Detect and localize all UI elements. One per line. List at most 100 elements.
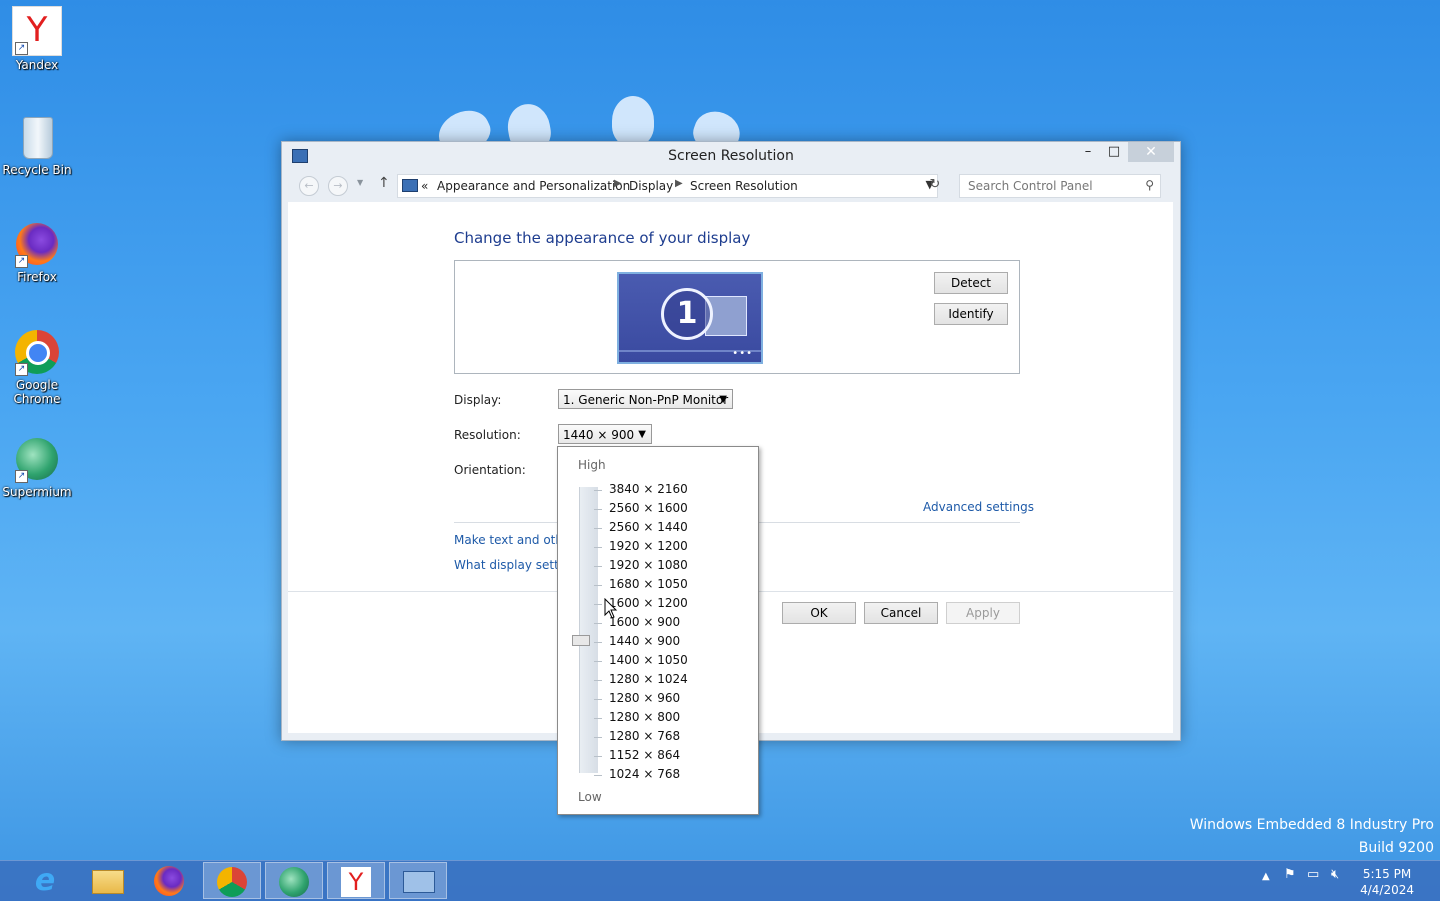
- taskbar-supermium[interactable]: [265, 862, 323, 899]
- shortcut-arrow-icon: ↗: [15, 470, 28, 483]
- resolution-option[interactable]: 1280 × 768: [609, 729, 680, 743]
- breadcrumb-display[interactable]: Display: [629, 179, 673, 193]
- slider-tick: [594, 547, 602, 548]
- slider-tick: [594, 737, 602, 738]
- control-panel-icon: [402, 179, 418, 192]
- chevron-down-icon: ▼: [638, 429, 646, 440]
- slider-tick: [594, 642, 602, 643]
- os-watermark-build: Build 9200: [1358, 840, 1434, 856]
- taskbar-yandex[interactable]: Y: [327, 862, 385, 899]
- slider-tick: [594, 585, 602, 586]
- resolution-option[interactable]: 1280 × 1024: [609, 672, 688, 686]
- slider-tick: [594, 528, 602, 529]
- search-icon[interactable]: ⚲: [1145, 178, 1154, 192]
- os-watermark-edition: Windows Embedded 8 Industry Pro: [1189, 817, 1434, 833]
- maximize-button[interactable]: □: [1100, 142, 1128, 162]
- forward-button[interactable]: →: [328, 176, 348, 196]
- monitor-number: 1: [661, 288, 713, 340]
- monitor-1-tile[interactable]: 1 •••: [617, 272, 763, 364]
- resolution-slider-thumb[interactable]: [572, 635, 590, 646]
- desktop-icon-label: Supermium: [2, 485, 72, 499]
- resolution-label: Resolution:: [454, 428, 521, 442]
- slider-tick: [594, 661, 602, 662]
- resolution-select-value: 1440 × 900: [563, 428, 635, 442]
- resolution-option[interactable]: 3840 × 2160: [609, 482, 688, 496]
- back-button[interactable]: ←: [299, 176, 319, 196]
- address-bar[interactable]: « Appearance and Personalization ▶ Displ…: [397, 174, 938, 198]
- chevron-right-icon[interactable]: ▶: [614, 178, 622, 189]
- resolution-option[interactable]: 1280 × 800: [609, 710, 680, 724]
- taskbar-internet-explorer[interactable]: e: [17, 862, 75, 899]
- shortcut-arrow-icon: ↗: [15, 363, 28, 376]
- clock-time: 5:15 PM: [1362, 867, 1412, 881]
- taskbar-chrome[interactable]: [203, 862, 261, 899]
- display-select[interactable]: 1. Generic Non-PnP Monitor ▼: [558, 389, 733, 409]
- wallpaper-petal: [612, 96, 654, 146]
- supermium-icon: [279, 867, 309, 897]
- network-icon[interactable]: ▭: [1307, 867, 1319, 882]
- slider-tick: [594, 604, 602, 605]
- resolution-option[interactable]: 1280 × 960: [609, 691, 680, 705]
- resolution-dropdown[interactable]: High 3840 × 2160 2560 × 1600 2560 × 1440 19…: [557, 446, 759, 815]
- slider-tick: [594, 775, 602, 776]
- desktop-icon-supermium[interactable]: ↗ Supermium: [2, 435, 72, 499]
- monitor-dots-icon: •••: [732, 348, 753, 359]
- resolution-option[interactable]: 1600 × 900: [609, 615, 680, 629]
- desktop-icon-label: Yandex: [15, 58, 59, 72]
- up-button[interactable]: ↑: [378, 175, 390, 191]
- apply-button[interactable]: Apply: [946, 602, 1020, 624]
- slider-tick: [594, 680, 602, 681]
- volume-muted-icon[interactable]: 🔇︎: [1331, 867, 1339, 882]
- taskbar-clock[interactable]: 5:15 PM 4/4/2024: [1360, 866, 1414, 898]
- resolution-option[interactable]: 1400 × 1050: [609, 653, 688, 667]
- resolution-slider-track[interactable]: [579, 487, 598, 773]
- orientation-label: Orientation:: [454, 463, 526, 477]
- monitor-arrangement-panel: 1 ••• Detect Identify: [454, 260, 1020, 374]
- resolution-option[interactable]: 2560 × 1440: [609, 520, 688, 534]
- high-label: High: [578, 458, 606, 472]
- desktop-icon-google-chrome[interactable]: ↗ Google Chrome: [2, 328, 72, 406]
- slider-tick: [594, 509, 602, 510]
- taskbar-control-panel[interactable]: [389, 862, 447, 899]
- desktop-icon-yandex[interactable]: Y ↗ Yandex: [2, 6, 72, 72]
- window-title: Screen Resolution: [668, 148, 794, 164]
- resolution-select[interactable]: 1440 × 900 ▼: [558, 424, 652, 444]
- resolution-option[interactable]: 1024 × 768: [609, 767, 680, 781]
- detect-button[interactable]: Detect: [934, 272, 1008, 294]
- identify-button[interactable]: Identify: [934, 303, 1008, 325]
- show-hidden-icons-button[interactable]: ▲: [1262, 871, 1270, 882]
- breadcrumb-appearance[interactable]: Appearance and Personalization: [437, 179, 630, 193]
- search-input[interactable]: Search Control Panel ⚲: [959, 174, 1161, 198]
- resolution-option[interactable]: 1680 × 1050: [609, 577, 688, 591]
- ok-button[interactable]: OK: [782, 602, 856, 624]
- display-label: Display:: [454, 393, 502, 407]
- cancel-button[interactable]: Cancel: [864, 602, 938, 624]
- action-center-flag-icon[interactable]: ⚑: [1284, 867, 1296, 882]
- refresh-icon[interactable]: ↻: [924, 174, 946, 196]
- taskbar-file-explorer[interactable]: [79, 862, 137, 899]
- resolution-option[interactable]: 2560 × 1600: [609, 501, 688, 515]
- resolution-option[interactable]: 1600 × 1200: [609, 596, 688, 610]
- resolution-option[interactable]: 1152 × 864: [609, 748, 680, 762]
- resolution-option[interactable]: 1920 × 1200: [609, 539, 688, 553]
- chevron-right-icon[interactable]: ▶: [675, 178, 683, 189]
- breadcrumb-overflow[interactable]: «: [421, 179, 428, 193]
- desktop-icon-recycle-bin[interactable]: Recycle Bin: [2, 113, 72, 177]
- resolution-option[interactable]: 1440 × 900: [609, 634, 680, 648]
- slider-tick: [594, 756, 602, 757]
- taskbar-firefox[interactable]: [141, 862, 199, 899]
- desktop-icon-firefox[interactable]: ↗ Firefox: [2, 220, 72, 284]
- recent-locations-button[interactable]: ▼: [357, 178, 363, 187]
- yandex-icon: Y: [341, 867, 371, 897]
- breadcrumb-screen-resolution[interactable]: Screen Resolution: [690, 179, 798, 193]
- yandex-icon: Y ↗: [12, 6, 62, 56]
- low-label: Low: [578, 790, 602, 804]
- minimize-button[interactable]: –: [1074, 142, 1102, 162]
- desktop-icon-label: Google Chrome: [13, 378, 61, 406]
- slider-tick: [594, 490, 602, 491]
- resolution-option[interactable]: 1920 × 1080: [609, 558, 688, 572]
- firefox-icon: [154, 866, 184, 896]
- title-bar[interactable]: Screen Resolution – □ ✕: [282, 142, 1180, 170]
- close-button[interactable]: ✕: [1128, 142, 1174, 162]
- advanced-settings-link[interactable]: Advanced settings: [923, 500, 1034, 514]
